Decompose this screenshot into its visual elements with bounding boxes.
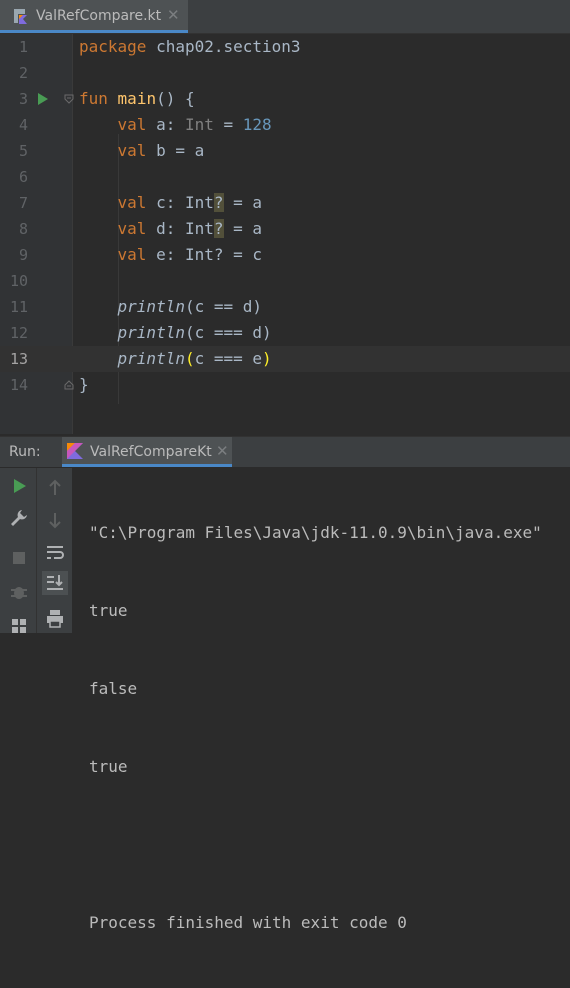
line-number: 2 xyxy=(18,64,28,82)
line-number: 4 xyxy=(18,116,28,134)
tab-label: ValRefCompare.kt xyxy=(36,8,162,24)
tab-valrefcompare-kt[interactable]: ValRefCompare.kt ✕ xyxy=(0,0,188,33)
line-number: 6 xyxy=(18,168,28,186)
close-tab-icon[interactable]: ✕ xyxy=(167,6,180,24)
editor-tab-bar: ValRefCompare.kt ✕ xyxy=(0,0,570,34)
line-number: 3 xyxy=(18,90,28,108)
arrow-up-icon[interactable] xyxy=(44,477,66,499)
code-line-2[interactable]: 2 xyxy=(0,60,570,86)
code-line-8[interactable]: 8 val d: Int? = a xyxy=(0,216,570,242)
code-line-10[interactable]: 10 xyxy=(0,268,570,294)
debug-icon[interactable] xyxy=(8,581,30,603)
line-number: 10 xyxy=(9,272,28,290)
line-number: 14 xyxy=(9,376,28,394)
console-line: true xyxy=(89,601,128,620)
kotlin-file-icon xyxy=(14,9,28,25)
code-line-14[interactable]: 14 } xyxy=(0,372,570,398)
line-number: 5 xyxy=(18,142,28,160)
line-number: 1 xyxy=(18,38,28,56)
run-tab-valrefcomparekt[interactable]: ValRefCompareKt ✕ xyxy=(62,437,232,467)
run-main-icon[interactable] xyxy=(38,93,48,105)
code-line-13[interactable]: 13 println(c === e) xyxy=(0,346,570,372)
run-header: Run: ValRefCompareKt ✕ xyxy=(0,437,570,467)
scroll-to-end-icon[interactable] xyxy=(42,571,68,595)
soft-wrap-icon[interactable] xyxy=(44,541,66,563)
run-tab-label: ValRefCompareKt xyxy=(90,444,212,460)
line-number: 9 xyxy=(18,246,28,264)
code-editor[interactable]: 1 package chap02.section3 2 3 fun main()… xyxy=(0,34,570,434)
print-icon[interactable] xyxy=(44,607,66,629)
code-line-12[interactable]: 12 println(c === d) xyxy=(0,320,570,346)
line-number: 13 xyxy=(9,350,28,368)
console-line: false xyxy=(89,679,138,698)
code-line-7[interactable]: 7 val c: Int? = a xyxy=(0,190,570,216)
console-line: true xyxy=(89,757,128,776)
wrench-icon[interactable] xyxy=(8,507,30,529)
code-line-9[interactable]: 9 val e: Int? = c xyxy=(0,242,570,268)
code-line-3[interactable]: 3 fun main() { xyxy=(0,86,570,112)
close-run-tab-icon[interactable]: ✕ xyxy=(216,442,229,460)
layout-icon[interactable] xyxy=(8,615,30,637)
code-line-11[interactable]: 11 println(c == d) xyxy=(0,294,570,320)
code-line-1[interactable]: 1 package chap02.section3 xyxy=(0,34,570,60)
line-number: 11 xyxy=(9,298,28,316)
fold-icon[interactable] xyxy=(64,380,74,390)
kotlin-icon xyxy=(67,443,83,459)
console-output[interactable]: "C:\Program Files\Java\jdk-11.0.9\bin\ja… xyxy=(89,468,542,988)
console-line: Process finished with exit code 0 xyxy=(89,913,407,932)
stop-icon[interactable] xyxy=(8,547,30,569)
code-line-6[interactable]: 6 xyxy=(0,164,570,190)
rerun-icon[interactable] xyxy=(8,475,30,497)
fold-icon[interactable] xyxy=(64,94,74,104)
line-number: 8 xyxy=(18,220,28,238)
code-line-5[interactable]: 5 val b = a xyxy=(0,138,570,164)
run-title: Run: xyxy=(9,444,41,460)
arrow-down-icon[interactable] xyxy=(44,509,66,531)
code-line-4[interactable]: 4 val a: Int = 128 xyxy=(0,112,570,138)
run-tool-window: Run: ValRefCompareKt ✕ "C:\Program Files… xyxy=(0,436,570,932)
console-line: "C:\Program Files\Java\jdk-11.0.9\bin\ja… xyxy=(89,523,542,542)
line-number: 7 xyxy=(18,194,28,212)
line-number: 12 xyxy=(9,324,28,342)
